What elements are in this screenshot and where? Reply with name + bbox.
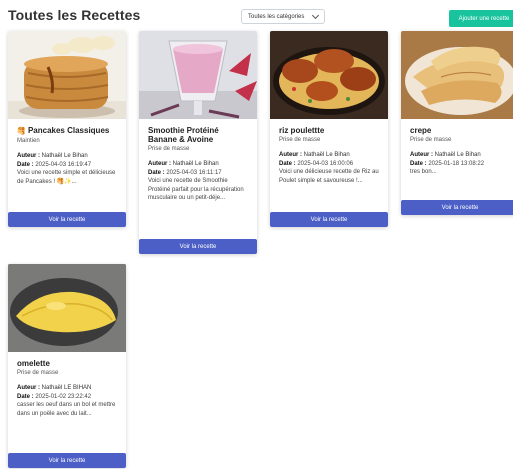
view-recipe-button[interactable]: Voir la recette: [270, 212, 388, 227]
add-recipe-button[interactable]: Ajouter une recette: [449, 10, 513, 27]
chevron-down-icon: [311, 11, 320, 20]
view-recipe-button[interactable]: Voir la recette: [401, 200, 513, 215]
recipe-description: tres bon...: [410, 169, 437, 175]
recipe-photo-crepe: [401, 31, 513, 119]
recipe-title: riz poulettte: [279, 126, 325, 135]
view-recipe-button[interactable]: Voir la recette: [8, 453, 126, 468]
recipe-photo-smoothie: [139, 31, 257, 119]
recipe-card: crepe Prise de masse Auteur : Nathaël Le…: [401, 31, 513, 215]
recipe-category: Prise de masse: [17, 370, 59, 376]
recipe-date: Date : 2025-04-03 16:00:06: [279, 160, 354, 167]
pancake-icon: 🥞: [17, 128, 26, 135]
recipe-title: 🥞 Pancakes Classiques: [17, 126, 110, 135]
recipe-card: omelette Prise de masse Auteur : Nathaël…: [8, 264, 126, 468]
recipe-date: Date : 2025-01-02 23:22:42: [17, 393, 92, 400]
recipe-description: Voici une délicieuse recette de Riz au P…: [279, 169, 379, 184]
recipe-description: casser les oeuf dans un bol et mettre da…: [17, 402, 116, 417]
recipe-description: Voici une recette simple et délicieuse d…: [17, 170, 116, 185]
recipe-author: Auteur : Nathaël Le Bihan: [17, 153, 88, 159]
recipe-photo-omelette: [8, 264, 126, 352]
recipe-author: Auteur : Nathaël LE BIHAN: [17, 385, 92, 391]
recipe-author: Auteur : Nathaël Le Bihan: [148, 161, 219, 167]
recipe-card: 🥞 Pancakes Classiques Maintien Auteur : …: [8, 31, 126, 227]
recipe-title: crepe: [410, 126, 432, 135]
recipe-author: Auteur : Nathaël Le Bihan: [279, 152, 350, 158]
recipe-photo-pancakes: [8, 31, 126, 119]
recipe-date: Date : 2025-04-03 16:11:17: [148, 169, 222, 176]
recipe-category: Prise de masse: [410, 137, 452, 143]
view-recipe-button[interactable]: Voir la recette: [8, 212, 126, 227]
recipe-date: Date : 2025-04-03 16:19:47: [17, 161, 92, 168]
recipe-category: Maintien: [17, 138, 40, 144]
recipe-author: Auteur : Nathaël Le Bihan: [410, 152, 481, 158]
recipe-card: riz poulettte Prise de masse Auteur : Na…: [270, 31, 388, 227]
recipe-category: Prise de masse: [279, 137, 321, 143]
recipe-title: omelette: [17, 359, 50, 368]
page-title: Toutes les Recettes: [8, 7, 141, 23]
recipe-category: Prise de masse: [148, 146, 190, 152]
recipe-title: Smoothie Protéiné Banane & Avoine: [148, 126, 219, 144]
view-recipe-button[interactable]: Voir la recette: [139, 239, 257, 254]
recipe-description: Voici une recette de Smoothie Protéiné p…: [148, 178, 244, 201]
recipe-photo-chicken-rice: [270, 31, 388, 119]
category-select[interactable]: Toutes les catégories: [241, 9, 325, 24]
recipe-date: Date : 2025-01-18 13:08:22: [410, 160, 485, 167]
category-select-value: Toutes les catégories: [248, 13, 305, 20]
recipe-card: Smoothie Protéiné Banane & Avoine Prise …: [139, 31, 257, 254]
